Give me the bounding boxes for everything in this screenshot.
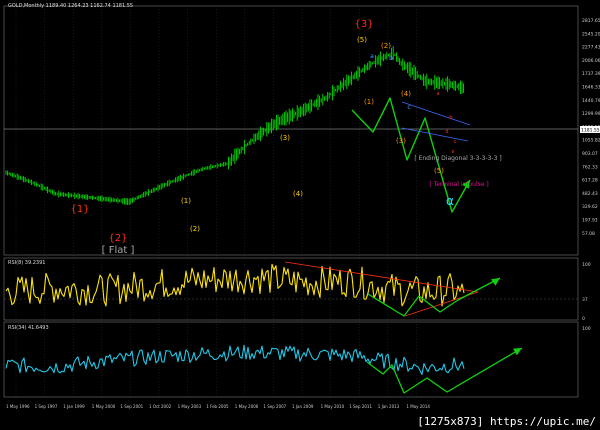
x-axis-label: 1 Oct 2002 <box>149 404 172 409</box>
wave-label: (4) <box>293 190 303 198</box>
main-price-panel <box>3 5 579 256</box>
x-axis-label: 1 Sep 2011 <box>349 404 372 409</box>
rsi8-axis-label: 0 <box>582 316 585 322</box>
x-axis-label: 1 May 2010 <box>321 404 345 409</box>
price-axis-label: 1737.39 <box>582 71 600 77</box>
price-axis-label: 1440.79 <box>582 98 600 104</box>
wave-label: a <box>436 91 439 97</box>
x-axis-label: 1 Sep 2007 <box>263 404 286 409</box>
rsi8-header: RSI(8) 39.2391 <box>8 260 46 266</box>
price-axis-label: 2545.20 <box>582 31 600 37</box>
wave-label: d <box>445 129 448 135</box>
x-axis-label: 1 May 2014 <box>406 404 430 409</box>
x-axis-label: 1 Sep 1997 <box>35 404 58 409</box>
diagonal-lower-line <box>401 127 469 142</box>
price-axis-label: 2277.43 <box>582 45 600 51</box>
x-axis-label: 1 May 2003 <box>178 404 202 409</box>
wave-label: (1) <box>181 197 191 205</box>
wave-label: (4) <box>401 90 411 98</box>
rsi34-arrow-head <box>513 348 522 356</box>
rsi34-wave-arrow <box>366 347 523 394</box>
rsi34-panel <box>3 321 579 398</box>
wave-label: {2} <box>108 233 127 244</box>
wave-label: c <box>407 104 410 111</box>
price-bars <box>5 46 465 206</box>
wave-label: (5) <box>434 167 444 175</box>
wave-label: (2) <box>381 42 391 50</box>
x-axis-label: 1 Jan 2009 <box>292 404 314 409</box>
wave-label: a <box>370 53 374 60</box>
rsi8-axis-label: 37 <box>582 297 588 303</box>
price-axis-label: 617.28 <box>582 178 598 184</box>
price-axis-label: 482.43 <box>582 191 598 197</box>
watermark: [1275x873] https://upic.me/ <box>415 415 598 428</box>
rsi34-line <box>5 344 465 376</box>
price-axis-label: 762.33 <box>582 164 598 170</box>
price-axis-label: 1299.99 <box>582 111 600 117</box>
alpha-icon: α <box>446 194 454 208</box>
wave-label: b <box>389 55 393 62</box>
x-axis-label: 1 Jan 1999 <box>63 404 85 409</box>
rsi8-axis-label: 100 <box>582 262 591 268</box>
wave-label: b <box>449 115 452 121</box>
wave-label: [ Ending Diagonal 3-3-3-3-3 ] <box>414 155 501 162</box>
wave-label: [ Terminal impulse ] <box>429 181 488 188</box>
diagonal-upper-line <box>401 101 471 126</box>
x-axis-label: 1 Sep 2001 <box>120 404 143 409</box>
rsi8-panel <box>3 257 579 321</box>
last-price-label: 1181.55 <box>581 128 600 134</box>
wave-label: c <box>454 139 457 145</box>
price-axis-label: 57.08 <box>582 231 595 237</box>
wave-label: (5) <box>357 36 367 44</box>
price-axis-label: 2006.06 <box>582 58 600 64</box>
wave-label: (3) <box>280 134 290 142</box>
price-axis-label: 2817.65 <box>582 18 600 24</box>
rsi8-line <box>5 263 465 307</box>
rsi34-axis-label: 100 <box>582 326 591 332</box>
wave-label: [ Flat ] <box>102 245 135 256</box>
main-chart-header: GOLD,Monthly 1189.40 1264.23 1162.74 118… <box>8 3 134 9</box>
price-axis-label: 197.91 <box>582 218 598 224</box>
x-axis-label: 1 May 1996 <box>6 404 30 409</box>
price-axis-label: 903.07 <box>582 151 598 157</box>
price-axis-label: 1646.33 <box>582 85 600 91</box>
wave-label: (3) <box>396 137 406 145</box>
rsi34-header: RSI(34) 41.6493 <box>8 325 49 331</box>
wave-label: (2) <box>190 225 200 233</box>
chart-canvas: 2817.65 2545.20 2277.43 2006.06 1737.39 1646.… <box>3 5 600 409</box>
wave-label: (1) <box>364 98 374 106</box>
price-axis-label: 329.62 <box>582 204 598 210</box>
x-axis-label: 1 May 2006 <box>235 404 259 409</box>
wave-label: {3} <box>354 19 373 30</box>
wave-label: {1} <box>70 204 89 215</box>
price-axis-label: 1055.82 <box>582 138 600 144</box>
x-axis-label: 1 Jan 2013 <box>378 404 400 409</box>
x-axis-label: 1 Feb 2005 <box>206 404 229 409</box>
x-axis-label: 1 May 2000 <box>92 404 116 409</box>
